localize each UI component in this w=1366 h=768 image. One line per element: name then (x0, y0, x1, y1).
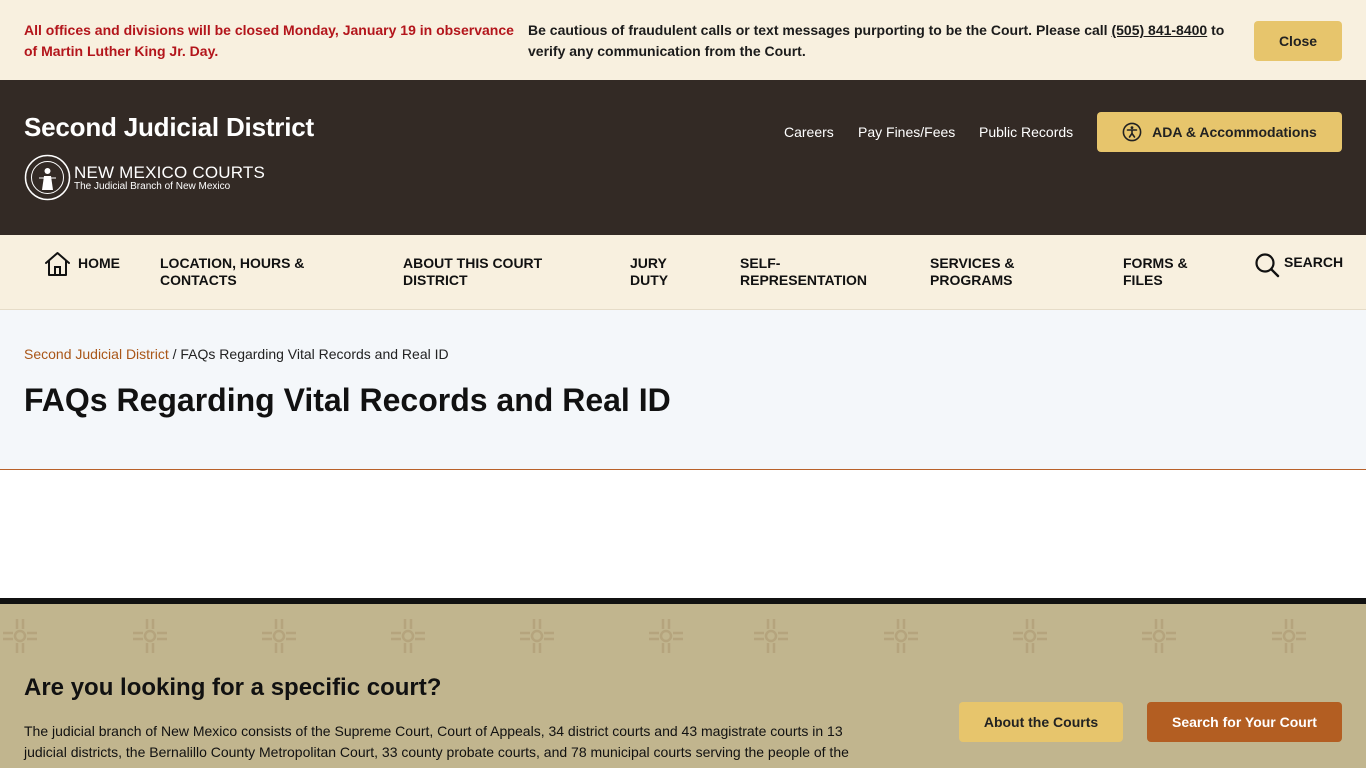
closure-alert: All offices and divisions will be closed… (24, 22, 514, 59)
nav-label-line2: DISTRICT (403, 272, 468, 288)
logo-tagline: The Judicial Branch of New Mexico (74, 180, 231, 192)
nav-label-line1: SERVICES & (930, 255, 1015, 271)
search-icon[interactable] (1254, 252, 1280, 278)
nav-services-programs[interactable]: SERVICES & PROGRAMS (930, 255, 1015, 289)
pay-fines-link[interactable]: Pay Fines/Fees (858, 124, 955, 140)
alert-bar: All offices and divisions will be closed… (0, 0, 1366, 80)
careers-link[interactable]: Careers (784, 124, 834, 140)
accessibility-icon (1122, 122, 1142, 142)
nav-label-line1: JURY (630, 255, 667, 271)
site-title[interactable]: Second Judicial District (24, 112, 314, 143)
nav-self-representation[interactable]: SELF- REPRESENTATION (740, 255, 867, 289)
breadcrumb: Second Judicial District / FAQs Regardin… (24, 346, 449, 362)
nav-label-line2: PROGRAMS (930, 272, 1013, 288)
nav-label-line2: REPRESENTATION (740, 272, 868, 288)
breadcrumb-home-link[interactable]: Second Judicial District (24, 346, 169, 362)
nav-home[interactable]: HOME (78, 255, 120, 272)
ada-label: ADA & Accommodations (1152, 124, 1317, 140)
page-title: FAQs Regarding Vital Records and Real ID (24, 382, 671, 418)
close-alert-button[interactable]: Close (1254, 21, 1342, 61)
site-header: Second Judicial District NEW MEXICO COUR… (0, 80, 1366, 235)
main-nav: HOME LOCATION, HOURS & CONTACTS ABOUT TH… (0, 235, 1366, 310)
nav-label-line2: FILES (1123, 272, 1163, 288)
fraud-alert: Be cautious of fraudulent calls or text … (528, 20, 1228, 62)
nav-about-court-district[interactable]: ABOUT THIS COURT DISTRICT (403, 255, 542, 289)
about-courts-button[interactable]: About the Courts (959, 702, 1123, 742)
home-icon[interactable] (44, 251, 71, 277)
court-finder-section: Are you looking for a specific court? Th… (0, 598, 1366, 768)
finder-title: Are you looking for a specific court? (24, 674, 442, 701)
nav-home-label: HOME (78, 255, 120, 271)
court-seal-icon (24, 154, 71, 201)
fraud-alert-text: Be cautious of fraudulent calls or text … (528, 22, 1112, 38)
nm-courts-logo[interactable]: NEW MEXICO COURTS The Judicial Branch of… (24, 154, 265, 201)
court-phone-link[interactable]: (505) 841-8400 (1111, 22, 1207, 38)
nav-label-line1: ABOUT THIS COURT (403, 255, 543, 271)
nav-forms-files[interactable]: FORMS & FILES (1123, 255, 1188, 289)
nav-jury-duty[interactable]: JURY DUTY (630, 255, 668, 289)
nav-label-line1: SELF- (740, 255, 781, 271)
search-court-button[interactable]: Search for Your Court (1147, 702, 1342, 742)
nav-label-line2: DUTY (630, 272, 669, 288)
nav-search[interactable]: SEARCH (1284, 254, 1343, 271)
logo-name: NEW MEXICO COURTS (74, 162, 266, 182)
nav-location-hours-contacts[interactable]: LOCATION, HOURS & CONTACTS (160, 255, 304, 289)
ada-accommodations-button[interactable]: ADA & Accommodations (1097, 112, 1342, 152)
nav-label-line1: FORMS & (1123, 255, 1188, 271)
page-header: Second Judicial District / FAQs Regardin… (0, 310, 1366, 470)
breadcrumb-current: FAQs Regarding Vital Records and Real ID (180, 346, 449, 362)
nav-label-line1: LOCATION, HOURS & (160, 255, 305, 271)
breadcrumb-separator: / (168, 346, 181, 362)
public-records-link[interactable]: Public Records (979, 124, 1073, 140)
zia-pattern-icon (1, 617, 1308, 655)
finder-description: The judicial branch of New Mexico consis… (24, 723, 849, 768)
nav-label-line2: CONTACTS (160, 272, 237, 288)
